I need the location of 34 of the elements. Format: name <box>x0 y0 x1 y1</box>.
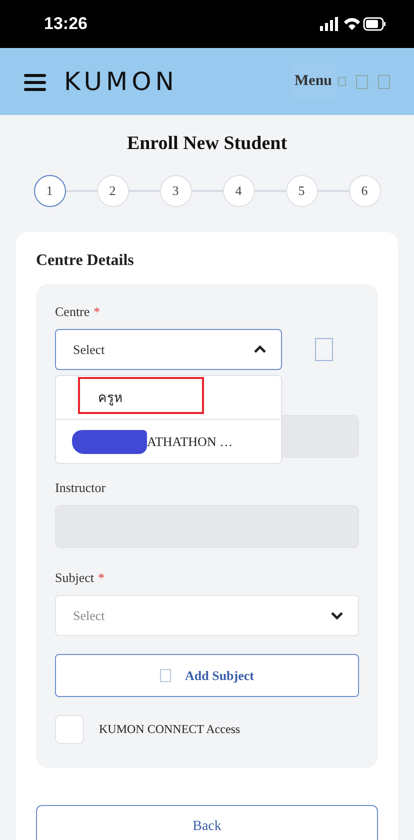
section-title: Centre Details <box>36 252 135 270</box>
step-indicator[interactable]: 6 <box>348 175 380 207</box>
required-mark: * <box>94 304 100 320</box>
field-label: Subject <box>55 570 94 586</box>
chevron-icon <box>253 345 267 354</box>
field-label: Centre <box>55 304 90 320</box>
step-indicator[interactable]: 3 <box>160 175 192 207</box>
subject-select[interactable]: Select <box>55 595 359 636</box>
back-button[interactable]: Back <box>36 805 378 840</box>
menu-icon[interactable] <box>24 72 46 90</box>
step-indicator[interactable]: 4 <box>222 175 254 207</box>
checkbox[interactable] <box>55 715 84 744</box>
required-mark: * <box>98 570 104 586</box>
placeholder-icon[interactable] <box>356 74 368 88</box>
page-title: Enroll New Student <box>126 133 288 156</box>
dropdown-option[interactable]: ATHATHON … <box>147 434 233 450</box>
dropdown-option[interactable]: ครูห <box>98 387 123 408</box>
centre-select[interactable]: Select <box>55 329 282 370</box>
placeholder-icon <box>338 77 346 86</box>
menu-button[interactable]: Menu <box>290 63 336 100</box>
placeholder-icon[interactable] <box>315 338 333 361</box>
field-label: Instructor <box>55 480 107 496</box>
step-indicator[interactable]: 5 <box>286 175 318 207</box>
logo: KUMON <box>64 67 178 96</box>
battery-icon <box>363 17 386 31</box>
add-subject-button[interactable]: Add Subject <box>55 654 359 697</box>
status-time: 13:26 <box>44 14 88 34</box>
chevron-icon <box>330 611 344 620</box>
signal-icon <box>320 17 338 31</box>
step-indicator[interactable]: 1 <box>34 175 66 207</box>
placeholder-icon[interactable] <box>378 74 390 88</box>
step-indicator[interactable]: 2 <box>96 175 128 207</box>
wifi-icon <box>344 18 360 30</box>
checkbox-label: KUMON CONNECT Access <box>99 722 240 737</box>
